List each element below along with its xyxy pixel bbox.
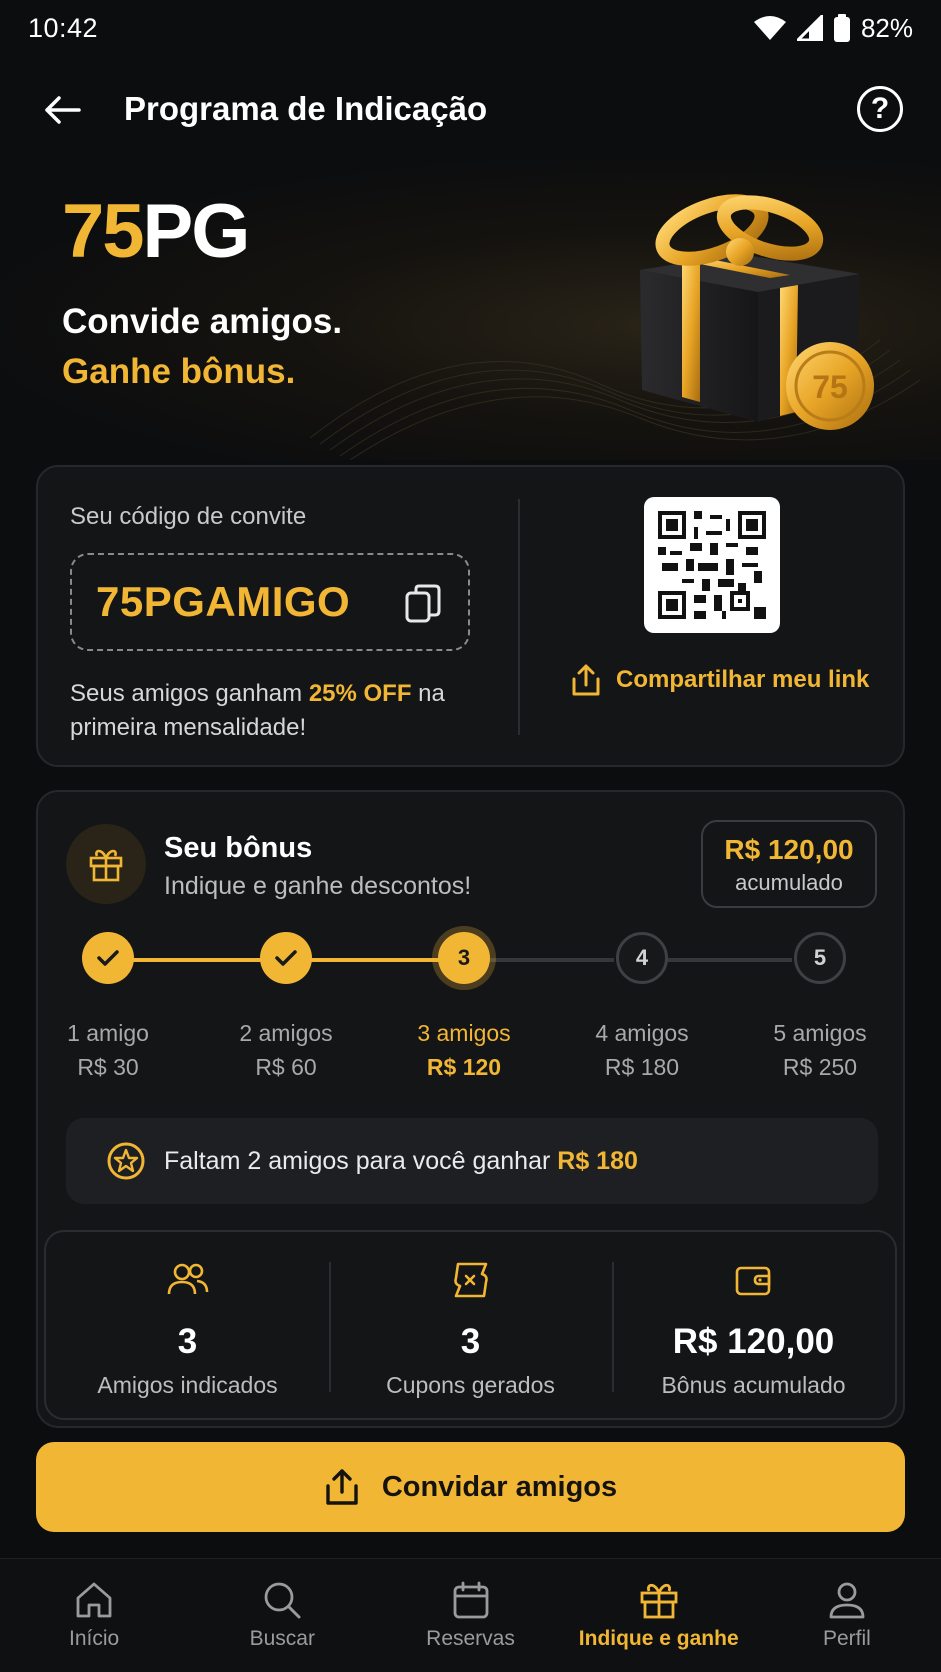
stat-coupons-generated: 3 Cupons gerados bbox=[329, 1232, 612, 1418]
arrow-left-icon bbox=[45, 96, 81, 124]
bottom-navigation: Início Buscar Reservas Indique e ganhe P… bbox=[0, 1558, 941, 1672]
share-icon bbox=[326, 1469, 358, 1505]
step-5-label: 5 amigos R$ 250 bbox=[773, 1020, 867, 1080]
step-5-marker: 5 bbox=[794, 932, 846, 984]
card-divider bbox=[518, 499, 520, 735]
stat-label: Bônus acumulado bbox=[661, 1372, 846, 1398]
invite-code-value: 75PGAMIGO bbox=[96, 578, 351, 625]
step-2-label: 2 amigos R$ 60 bbox=[239, 1020, 333, 1080]
share-link-button[interactable]: Compartilhar meu link bbox=[570, 663, 869, 697]
stat-value: 3 bbox=[177, 1322, 198, 1361]
check-icon bbox=[275, 950, 297, 966]
progress-track-todo bbox=[470, 958, 614, 962]
check-icon bbox=[97, 950, 119, 966]
wallet-icon bbox=[735, 1266, 770, 1296]
step-1-marker bbox=[82, 932, 134, 984]
page-title: Programa de Indicação bbox=[124, 90, 488, 127]
bonus-accumulated-label: acumulado bbox=[735, 870, 843, 895]
qr-code-image bbox=[658, 511, 766, 619]
invite-code-card: Seu código de convite 75PGAMIGO Seus ami… bbox=[36, 465, 905, 767]
remaining-goal-banner: Faltam 2 amigos para você ganhar R$ 180 bbox=[66, 1118, 878, 1204]
search-icon bbox=[264, 1582, 301, 1619]
nav-item-search[interactable]: Buscar bbox=[188, 1559, 376, 1672]
hero-subheadline: Ganhe bônus. bbox=[62, 352, 296, 391]
status-bar: 10:42 82% bbox=[0, 0, 941, 56]
invite-friends-button[interactable]: Convidar amigos bbox=[36, 1442, 905, 1532]
signal-icon bbox=[796, 15, 823, 41]
profile-icon bbox=[829, 1582, 865, 1619]
star-badge-icon bbox=[107, 1142, 145, 1180]
stat-value: R$ 120,00 bbox=[672, 1322, 835, 1361]
nav-label: Início bbox=[69, 1627, 120, 1650]
nav-item-profile[interactable]: Perfil bbox=[753, 1559, 941, 1672]
copy-button[interactable] bbox=[404, 583, 442, 625]
invite-code-label: Seu código de convite bbox=[70, 503, 307, 530]
invite-benefit-text: Seus amigos ganham 25% OFF na primeira m… bbox=[70, 680, 445, 741]
gift-icon bbox=[640, 1583, 678, 1619]
qr-code[interactable] bbox=[644, 497, 780, 633]
hero-headline: Convide amigos. bbox=[62, 302, 343, 341]
hero-banner: 75PG Convide amigos. Ganhe bônus. 75 bbox=[0, 160, 941, 460]
referral-progress: 3 4 5 1 amigo R$ 30 2 amigos R$ 60 3 amigo… bbox=[38, 932, 907, 1092]
question-mark-icon: ? bbox=[870, 92, 890, 125]
step-4-label: 4 amigos R$ 180 bbox=[595, 1020, 689, 1080]
copy-icon bbox=[405, 584, 441, 623]
step-3-label: 3 amigos R$ 120 bbox=[417, 1020, 511, 1080]
step-2-marker bbox=[260, 932, 312, 984]
stat-label: Cupons gerados bbox=[386, 1372, 555, 1398]
nav-item-home[interactable]: Início bbox=[0, 1559, 188, 1672]
progress-track-done bbox=[292, 958, 458, 962]
nav-label: Indique e ganhe bbox=[578, 1627, 739, 1650]
invite-code-box[interactable]: 75PGAMIGO bbox=[70, 553, 470, 651]
bonus-accumulated-badge: R$ 120,00 acumulado bbox=[701, 820, 877, 908]
battery-icon bbox=[833, 14, 850, 42]
share-link-label: Compartilhar meu link bbox=[616, 666, 870, 693]
step-1-label: 1 amigo R$ 30 bbox=[67, 1020, 149, 1080]
gift-icon bbox=[89, 849, 123, 882]
bonus-subtitle: Indique e ganhe descontos! bbox=[164, 872, 472, 900]
bonus-card: Seu bônus Indique e ganhe descontos! R$ … bbox=[36, 790, 905, 1428]
home-icon bbox=[76, 1582, 112, 1618]
wifi-icon bbox=[753, 16, 786, 40]
bonus-icon-badge bbox=[66, 824, 146, 904]
progress-track-done bbox=[114, 958, 280, 962]
nav-item-bookings[interactable]: Reservas bbox=[376, 1559, 564, 1672]
app-header: Programa de Indicação ? bbox=[0, 72, 941, 148]
referral-stats: 3 Amigos indicados 3 Cupons gerados R$ 1… bbox=[44, 1230, 897, 1420]
help-button[interactable]: ? bbox=[857, 86, 903, 132]
battery-percentage: 82% bbox=[860, 12, 913, 43]
status-time: 10:42 bbox=[28, 12, 99, 43]
step-4-marker: 4 bbox=[616, 932, 668, 984]
bonus-title: Seu bônus bbox=[164, 832, 313, 864]
gift-box-illustration: 75 bbox=[640, 194, 874, 430]
nav-item-refer-and-earn[interactable]: Indique e ganhe bbox=[565, 1559, 753, 1672]
users-icon bbox=[167, 1263, 208, 1295]
coupon-icon bbox=[453, 1262, 488, 1298]
nav-label: Perfil bbox=[822, 1627, 871, 1650]
stat-bonus-accumulated: R$ 120,00 Bônus acumulado bbox=[612, 1232, 895, 1418]
share-icon bbox=[572, 664, 600, 696]
remaining-goal-text: Faltam 2 amigos para você ganhar R$ 180 bbox=[164, 1146, 638, 1175]
nav-label: Buscar bbox=[249, 1627, 315, 1650]
back-button[interactable] bbox=[38, 88, 86, 132]
svg-text:75: 75 bbox=[812, 369, 848, 405]
brand-logo: 75PG bbox=[62, 189, 250, 274]
status-icons: 82% bbox=[753, 13, 913, 44]
invite-friends-label: Convidar amigos bbox=[381, 1470, 618, 1503]
step-3-marker: 3 bbox=[438, 932, 490, 984]
progress-track-todo bbox=[648, 958, 792, 962]
calendar-icon bbox=[453, 1581, 488, 1619]
stat-label: Amigos indicados bbox=[97, 1372, 278, 1398]
bonus-accumulated-value: R$ 120,00 bbox=[724, 834, 854, 865]
nav-label: Reservas bbox=[426, 1627, 515, 1650]
stat-friends-referred: 3 Amigos indicados bbox=[46, 1232, 329, 1418]
stat-value: 3 bbox=[460, 1322, 481, 1361]
